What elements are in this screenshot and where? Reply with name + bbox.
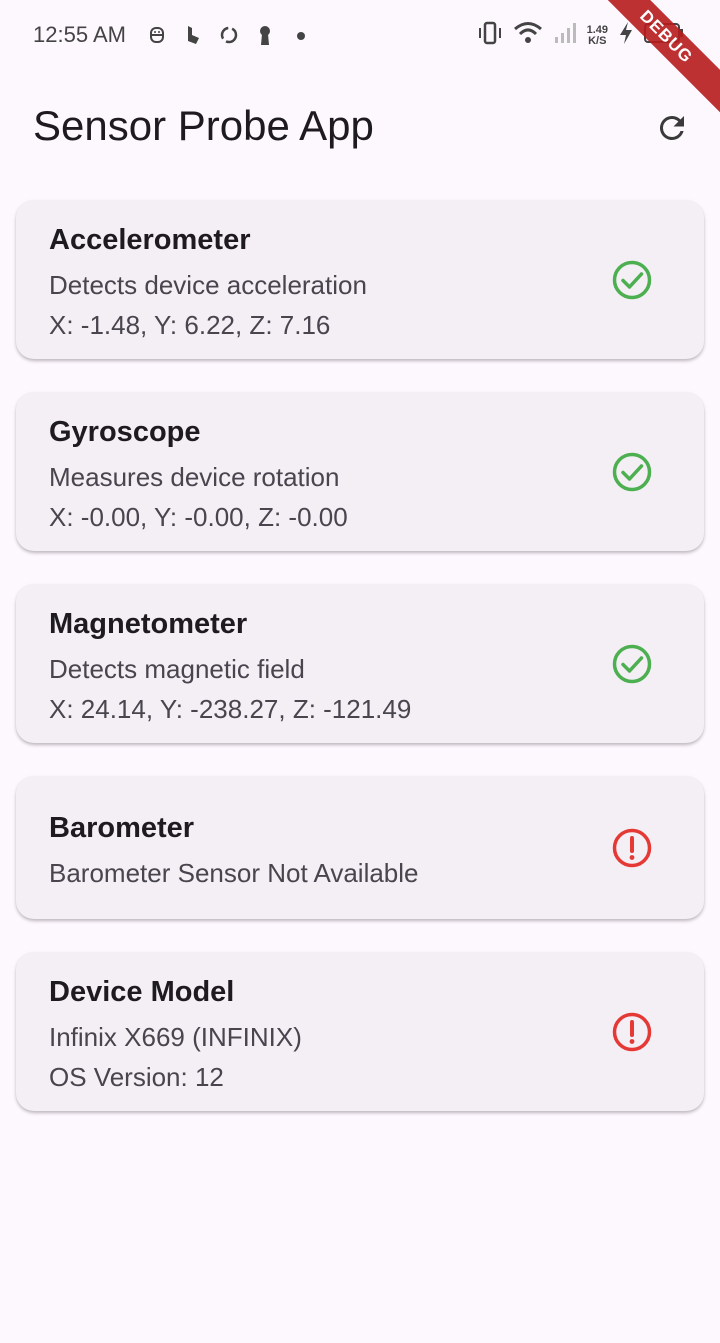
net-speed: 1.49 K/S xyxy=(586,23,608,47)
check-circle-icon xyxy=(612,644,652,684)
sensor-description: Measures device rotation xyxy=(49,462,340,492)
sensor-description: Infinix X669 (INFINIX) xyxy=(49,1022,302,1052)
sensor-title: Gyroscope xyxy=(49,416,201,448)
sensor-title: Magnetometer xyxy=(49,608,248,640)
sensor-reading: X: 24.14, Y: -238.27, Z: -121.49 xyxy=(49,694,412,724)
page-title: Sensor Probe App xyxy=(33,102,374,149)
error-circle-icon xyxy=(612,1012,652,1052)
refresh-button[interactable] xyxy=(648,104,696,152)
error-circle-icon xyxy=(612,828,652,868)
check-circle-icon xyxy=(612,260,652,300)
status-time: 12:55 AM xyxy=(33,22,126,47)
sensor-reading: X: -0.00, Y: -0.00, Z: -0.00 xyxy=(49,502,348,532)
sensor-card-barometer: Barometer Barometer Sensor Not Available xyxy=(16,776,704,919)
check-circle-icon xyxy=(612,452,652,492)
sensor-description: Detects magnetic field xyxy=(49,654,305,684)
charging-icon xyxy=(618,21,634,50)
keyhole-icon xyxy=(254,22,276,48)
sync-icon xyxy=(218,22,240,48)
sensor-card-gyroscope: Gyroscope Measures device rotation X: -0… xyxy=(16,392,704,551)
sensor-title: Accelerometer xyxy=(49,224,251,256)
sensor-title: Device Model xyxy=(49,976,235,1008)
bing-icon xyxy=(182,22,204,48)
sensor-description: Barometer Sensor Not Available xyxy=(49,858,419,888)
wifi-icon xyxy=(513,20,543,51)
app-bar: Sensor Probe App xyxy=(0,72,720,182)
vibrate-icon xyxy=(477,20,503,51)
refresh-icon xyxy=(659,115,684,140)
sensor-title: Barometer xyxy=(49,812,195,844)
net-speed-value: 1.49 xyxy=(586,23,608,36)
sensor-description: Detects device acceleration xyxy=(49,270,367,300)
sensor-card-accelerometer: Accelerometer Detects device acceleratio… xyxy=(16,200,704,359)
sensor-reading: X: -1.48, Y: 6.22, Z: 7.16 xyxy=(49,310,331,340)
net-speed-unit: K/S xyxy=(588,34,607,47)
dot-icon xyxy=(290,22,312,48)
signal-icon xyxy=(553,21,577,50)
status-bar: 12:55 AM 1.49 K/S xyxy=(0,0,720,72)
sensor-card-magnetometer: Magnetometer Detects magnetic field X: 2… xyxy=(16,584,704,743)
notification-icons xyxy=(146,22,312,48)
android-head-icon xyxy=(146,22,168,48)
sensor-reading: OS Version: 12 xyxy=(49,1062,224,1092)
sensor-card-device-model: Device Model Infinix X669 (INFINIX) OS V… xyxy=(16,952,704,1111)
